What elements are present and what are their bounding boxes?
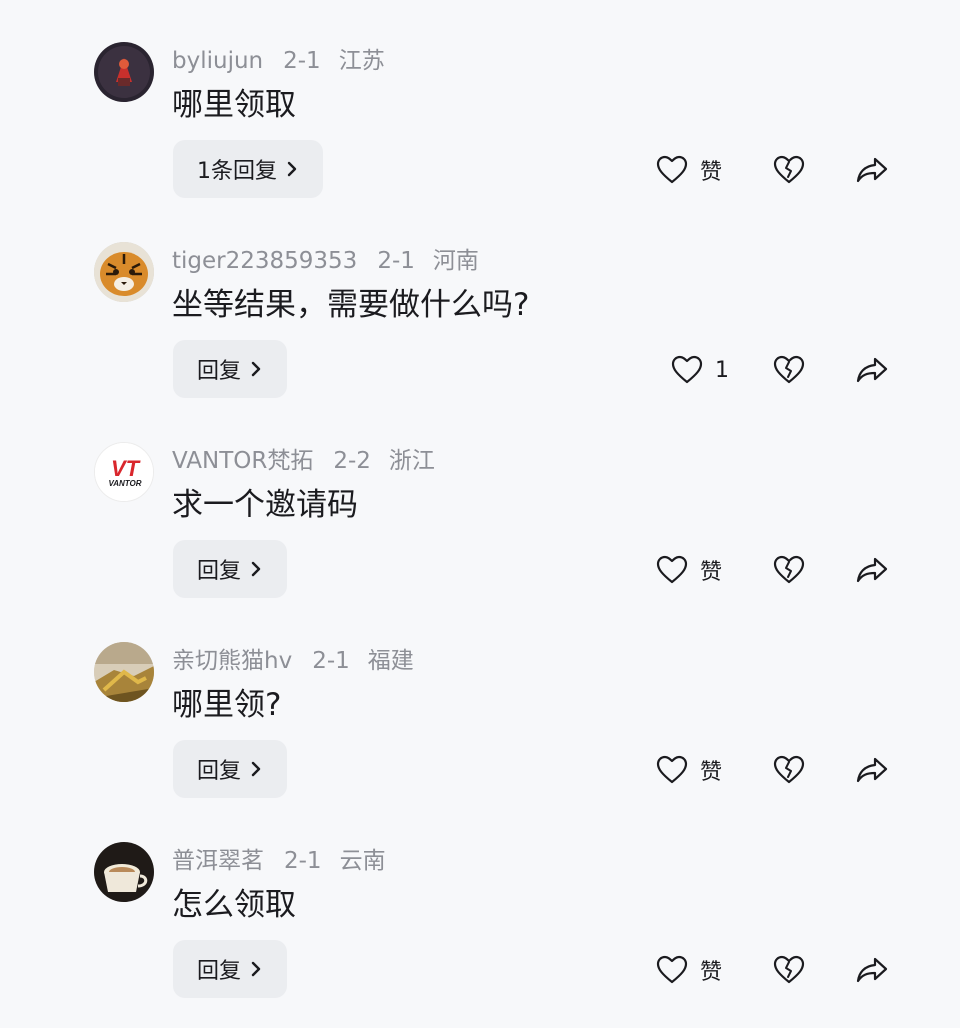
- comment-item: byliujun 2-1 江苏 哪里领取 1条回复 赞: [0, 0, 960, 200]
- vantor-logo-text: VT: [111, 456, 141, 481]
- share-button[interactable]: [855, 350, 889, 390]
- like-label: 赞: [700, 960, 723, 985]
- comment-date: 2-1: [312, 648, 350, 674]
- username[interactable]: byliujun: [172, 48, 263, 74]
- share-button[interactable]: [855, 550, 889, 590]
- username[interactable]: VANTOR梵拓: [172, 448, 313, 474]
- avatar-red-figure-icon: [94, 42, 154, 102]
- like-button[interactable]: 赞: [656, 750, 722, 790]
- share-button[interactable]: [855, 150, 889, 190]
- reply-button[interactable]: 回复: [173, 740, 288, 798]
- reply-label: 1条回复: [197, 159, 277, 184]
- heart-outline-icon: [656, 955, 688, 984]
- comment-meta: byliujun 2-1 江苏: [172, 44, 403, 78]
- comment-item: VT VANTOR VANTOR梵拓 2-2 浙江 求一个邀请码 回复 赞: [0, 400, 960, 600]
- comment-date: 2-1: [283, 48, 321, 74]
- share-arrow-icon: [856, 757, 888, 783]
- avatar[interactable]: [94, 642, 154, 702]
- reply-label: 回复: [197, 359, 242, 384]
- dislike-button[interactable]: [773, 750, 805, 790]
- avatar[interactable]: VT VANTOR: [94, 442, 154, 502]
- like-label: 赞: [700, 760, 723, 785]
- like-button[interactable]: 赞: [656, 950, 722, 990]
- dislike-button[interactable]: [773, 550, 805, 590]
- comment-text: 求一个邀请码: [172, 487, 358, 523]
- avatar[interactable]: [94, 42, 154, 102]
- comment-location: 河南: [432, 248, 479, 274]
- share-button[interactable]: [855, 950, 889, 990]
- username[interactable]: 普洱翠茗: [172, 848, 264, 874]
- comment-location: 福建: [367, 648, 414, 674]
- like-button[interactable]: 赞: [656, 550, 722, 590]
- chevron-right-icon: [251, 761, 261, 777]
- dislike-button[interactable]: [773, 950, 805, 990]
- comment-item: 亲切熊猫hv 2-1 福建 哪里领? 回复 赞: [0, 600, 960, 800]
- like-label: 赞: [700, 160, 723, 185]
- comment-text: 怎么领取: [172, 887, 296, 923]
- heart-outline-icon: [656, 155, 688, 184]
- reply-label: 回复: [197, 559, 242, 584]
- reply-label: 回复: [197, 959, 242, 984]
- broken-heart-icon: [773, 755, 805, 784]
- comment-location: 江苏: [338, 48, 385, 74]
- comment-meta: tiger223859353 2-1 河南: [172, 244, 497, 278]
- avatar-coffee-cup-icon: [94, 842, 154, 902]
- comment-text: 哪里领?: [172, 687, 282, 723]
- like-label: 赞: [700, 560, 723, 585]
- comment-item: tiger223859353 2-1 河南 坐等结果，需要做什么吗? 回复 1: [0, 200, 960, 400]
- chevron-right-icon: [251, 361, 261, 377]
- comment-meta: VANTOR梵拓 2-2 浙江: [172, 444, 453, 478]
- share-arrow-icon: [856, 157, 888, 183]
- share-button[interactable]: [855, 750, 889, 790]
- chevron-right-icon: [251, 561, 261, 577]
- avatar-vantor-logo-icon: VT VANTOR: [95, 443, 153, 501]
- comment-list: byliujun 2-1 江苏 哪里领取 1条回复 赞 tiger2238593…: [0, 0, 960, 1028]
- broken-heart-icon: [773, 955, 805, 984]
- comment-meta: 亲切熊猫hv 2-1 福建: [172, 644, 432, 678]
- comment-date: 2-1: [377, 248, 415, 274]
- heart-outline-icon: [656, 755, 688, 784]
- username[interactable]: tiger223859353: [172, 248, 357, 274]
- comment-date: 2-2: [333, 448, 371, 474]
- share-arrow-icon: [856, 557, 888, 583]
- like-count: 1: [715, 357, 729, 383]
- dislike-button[interactable]: [773, 150, 805, 190]
- comment-date: 2-1: [284, 848, 322, 874]
- chevron-right-icon: [287, 161, 297, 177]
- reply-button[interactable]: 1条回复: [173, 140, 323, 198]
- reply-label: 回复: [197, 759, 242, 784]
- broken-heart-icon: [773, 555, 805, 584]
- username[interactable]: 亲切熊猫hv: [172, 648, 292, 674]
- like-button[interactable]: 赞: [656, 150, 722, 190]
- comment-text: 坐等结果，需要做什么吗?: [172, 287, 530, 323]
- share-arrow-icon: [856, 357, 888, 383]
- share-arrow-icon: [856, 957, 888, 983]
- chevron-right-icon: [251, 961, 261, 977]
- reply-button[interactable]: 回复: [173, 540, 288, 598]
- heart-outline-icon: [671, 355, 703, 384]
- comment-item: 普洱翠茗 2-1 云南 怎么领取 回复 赞: [0, 800, 960, 1000]
- heart-outline-icon: [656, 555, 688, 584]
- avatar[interactable]: [94, 842, 154, 902]
- reply-button[interactable]: 回复: [173, 940, 288, 998]
- like-button[interactable]: 1: [671, 350, 729, 390]
- dislike-button[interactable]: [773, 350, 805, 390]
- avatar-tiger-icon: [94, 242, 154, 302]
- comment-text: 哪里领取: [172, 87, 296, 123]
- avatar-golden-landscape-icon: [94, 642, 154, 702]
- avatar[interactable]: [94, 242, 154, 302]
- comment-location: 云南: [339, 848, 386, 874]
- vantor-logo-sub: VANTOR: [108, 479, 141, 488]
- reply-button[interactable]: 回复: [173, 340, 288, 398]
- comment-location: 浙江: [388, 448, 435, 474]
- broken-heart-icon: [773, 355, 805, 384]
- broken-heart-icon: [773, 155, 805, 184]
- comment-meta: 普洱翠茗 2-1 云南: [172, 844, 404, 878]
